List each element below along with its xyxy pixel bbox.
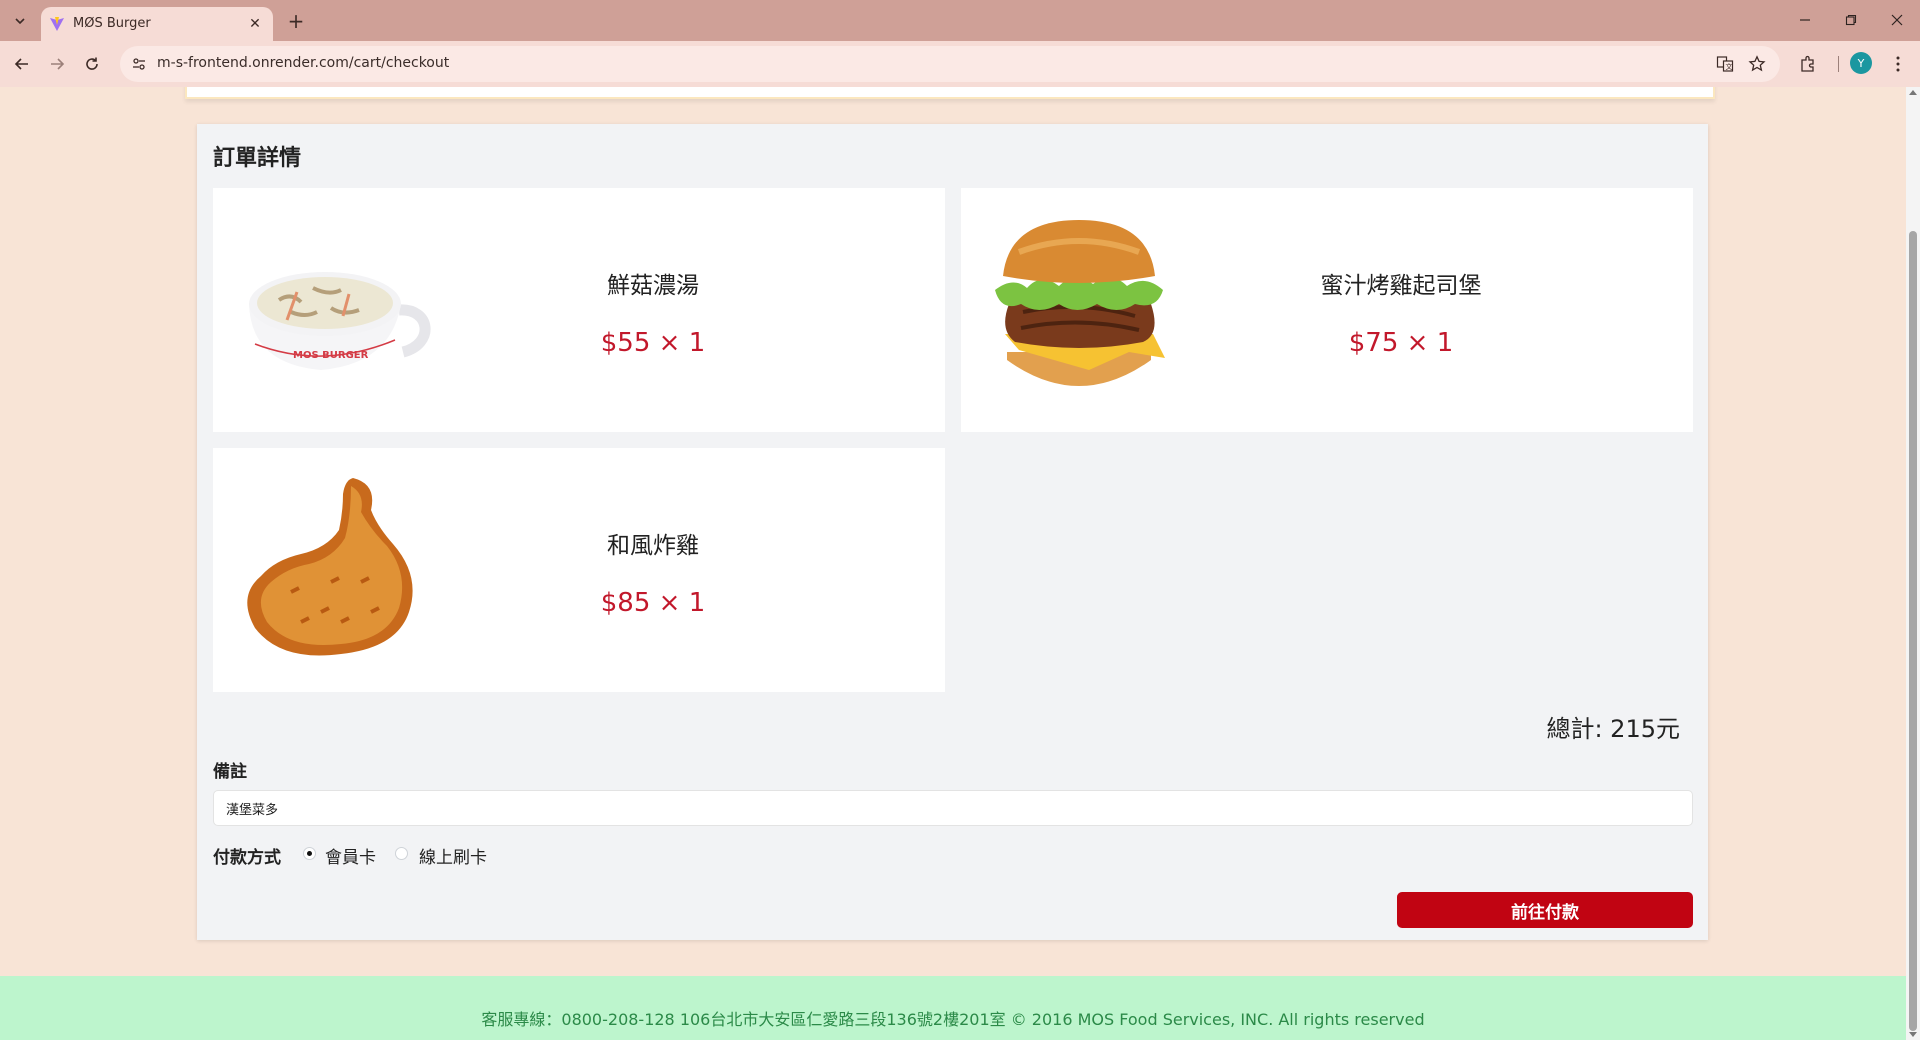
item-price: $85 × 1 bbox=[600, 588, 706, 618]
previous-section-card bbox=[185, 87, 1715, 99]
address-bar[interactable]: m-s-frontend.onrender.com/cart/checkout … bbox=[120, 46, 1780, 82]
item-name: 和風炸雞 bbox=[607, 533, 699, 559]
note-label: 備註 bbox=[213, 762, 247, 782]
page-viewport: 訂單詳情 MOS BURGER 鮮菇濃湯 $55 × 1 蜜汁烤雞起司堡 $75… bbox=[0, 87, 1906, 1040]
note-input[interactable] bbox=[213, 790, 1693, 826]
payment-option-label[interactable]: 會員卡 bbox=[325, 843, 376, 868]
tab-strip: MØS Burger ✕ + bbox=[0, 0, 1920, 41]
payment-method-label: 付款方式 bbox=[213, 848, 281, 868]
order-item-card: 蜜汁烤雞起司堡 $75 × 1 bbox=[961, 188, 1693, 432]
item-name: 蜜汁烤雞起司堡 bbox=[1320, 273, 1482, 299]
item-price: $55 × 1 bbox=[600, 328, 706, 358]
menu-icon[interactable] bbox=[1884, 50, 1912, 78]
profile-avatar[interactable]: Y bbox=[1850, 52, 1872, 74]
toolbar-separator bbox=[1838, 56, 1839, 72]
chicken-cheese-burger-image bbox=[995, 220, 1165, 386]
reload-icon[interactable] bbox=[78, 50, 106, 78]
item-name: 鮮菇濃湯 bbox=[607, 273, 699, 299]
chevron-down-icon bbox=[15, 18, 25, 25]
scroll-up-arrow-icon[interactable] bbox=[1909, 90, 1917, 95]
restore-icon[interactable] bbox=[1836, 6, 1866, 34]
site-info-icon[interactable] bbox=[128, 53, 150, 75]
close-window-icon[interactable] bbox=[1882, 6, 1912, 34]
order-item-card: 和風炸雞 $85 × 1 bbox=[213, 448, 945, 692]
back-icon[interactable] bbox=[8, 50, 36, 78]
order-item-card: MOS BURGER 鮮菇濃湯 $55 × 1 bbox=[213, 188, 945, 432]
item-price: $75 × 1 bbox=[1348, 328, 1454, 358]
order-details-title: 訂單詳情 bbox=[213, 146, 302, 171]
close-tab-icon[interactable]: ✕ bbox=[246, 15, 264, 33]
extensions-icon[interactable] bbox=[1794, 50, 1822, 78]
payment-option-label[interactable]: 線上刷卡 bbox=[419, 843, 487, 868]
fried-chicken-image bbox=[247, 478, 413, 656]
footer-text: 客服專線：0800-208-128 106台北市大安區仁愛路三段136號2樓20… bbox=[481, 1010, 1425, 1029]
proceed-to-payment-button[interactable]: 前往付款 bbox=[1397, 892, 1693, 928]
svg-text:文: 文 bbox=[1726, 62, 1733, 71]
scroll-down-arrow-icon[interactable] bbox=[1909, 1032, 1917, 1037]
mushroom-soup-image: MOS BURGER bbox=[249, 272, 431, 370]
payment-radio-online-card[interactable] bbox=[395, 847, 408, 860]
vite-logo-icon bbox=[50, 17, 64, 31]
new-tab-button[interactable]: + bbox=[283, 8, 309, 34]
payment-radio-member-card[interactable] bbox=[303, 847, 316, 860]
forward-icon[interactable] bbox=[43, 50, 71, 78]
tab-search-button[interactable] bbox=[7, 8, 33, 34]
order-total: 總計: 215元 bbox=[1546, 715, 1680, 743]
svg-text:MOS BURGER: MOS BURGER bbox=[293, 350, 369, 361]
tab-title: MØS Burger bbox=[73, 16, 151, 31]
site-footer: 客服專線：0800-208-128 106台北市大安區仁愛路三段136號2樓20… bbox=[0, 976, 1906, 1040]
url-text: m-s-frontend.onrender.com/cart/checkout bbox=[157, 55, 450, 71]
page-scrollbar[interactable] bbox=[1906, 87, 1920, 1040]
browser-toolbar: m-s-frontend.onrender.com/cart/checkout … bbox=[0, 41, 1920, 87]
order-details-panel: 訂單詳情 MOS BURGER 鮮菇濃湯 $55 × 1 蜜汁烤雞起司堡 $75… bbox=[197, 124, 1708, 940]
active-tab[interactable]: MØS Burger ✕ bbox=[41, 7, 273, 41]
minimize-icon[interactable] bbox=[1790, 6, 1820, 34]
bookmark-star-icon[interactable] bbox=[1747, 54, 1767, 74]
translate-icon[interactable]: 文 bbox=[1715, 54, 1735, 74]
scrollbar-thumb[interactable] bbox=[1909, 231, 1917, 1031]
